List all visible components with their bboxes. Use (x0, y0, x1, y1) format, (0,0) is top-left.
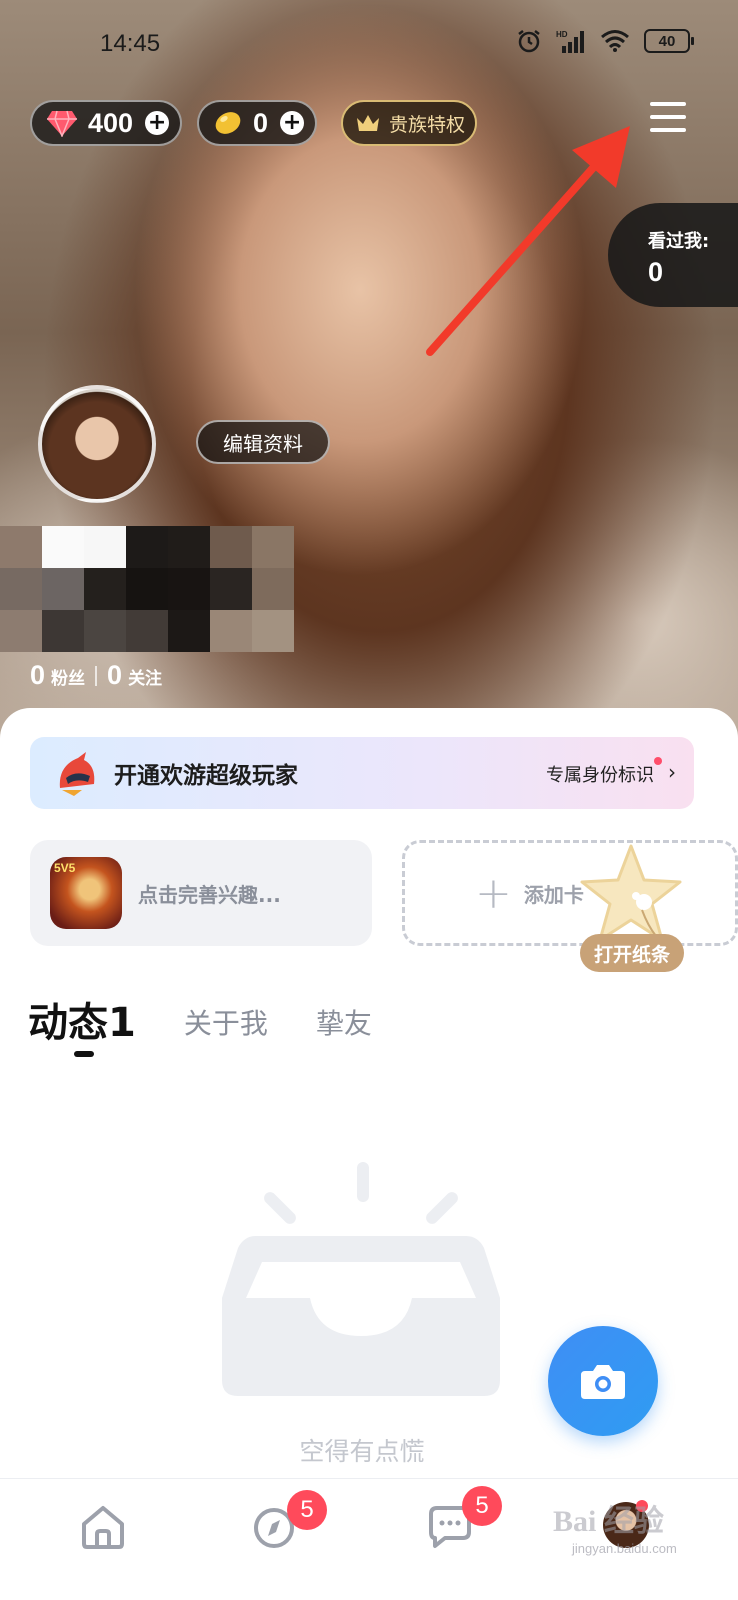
username-mosaic (0, 526, 294, 652)
following-label[interactable]: 关注 (128, 664, 162, 689)
open-note-label: 打开纸条 (593, 943, 670, 966)
tab-posts[interactable]: 动态1 (28, 990, 136, 1048)
interest-card[interactable]: 5V5 点击完善兴趣... (30, 840, 372, 946)
watermark-url: jingyan.baidu.com (572, 1541, 677, 1556)
tab-close-friends[interactable]: 挚友 (316, 1002, 372, 1048)
gem-balance-pill[interactable]: 400 + (30, 100, 182, 146)
status-bar: 14:45 HD 40 (0, 0, 738, 80)
visitors-panel[interactable]: 看过我: 0 (608, 203, 738, 307)
plus-icon: + (475, 867, 512, 919)
vip-subtitle: 专属身份标识 (546, 765, 654, 786)
signal-icon: HD (556, 30, 584, 53)
bean-balance-pill[interactable]: 0 + (197, 100, 317, 146)
add-card-label: 添加卡 (523, 882, 584, 907)
battery-indicator: 40 (644, 29, 694, 53)
fans-count[interactable]: 0 (30, 660, 45, 691)
bean-icon (215, 112, 241, 134)
active-tab-indicator (74, 1051, 94, 1057)
vip-banner[interactable]: 开通欢游超级玩家 专属身份标识 › (30, 737, 694, 809)
alarm-icon (518, 30, 540, 53)
wifi-icon (601, 30, 629, 52)
following-count[interactable]: 0 (107, 660, 122, 691)
empty-state-text: 空得有点慌 (299, 1437, 425, 1466)
chevron-right-icon: › (668, 760, 676, 784)
stats-divider (95, 665, 98, 686)
vip-notification-dot (654, 757, 662, 765)
interest-prompt: 点击完善兴趣... (138, 882, 281, 907)
gem-count: 400 (88, 107, 134, 138)
add-gems-icon[interactable]: + (145, 111, 170, 135)
edit-profile-label: 编辑资料 (223, 431, 303, 456)
empty-inbox-illustration (222, 1162, 500, 1396)
open-note-button[interactable]: 打开纸条 (580, 934, 684, 972)
menu-icon[interactable] (650, 102, 686, 134)
status-icons: HD 40 (516, 28, 694, 54)
discover-badge: 5 (287, 1490, 327, 1530)
vip-title: 开通欢游超级玩家 (114, 763, 298, 789)
noble-privilege-button[interactable]: 贵族特权 (341, 100, 477, 146)
bean-count: 0 (253, 107, 269, 138)
noble-label: 贵族特权 (389, 113, 466, 136)
tab-about-me[interactable]: 关于我 (184, 1002, 268, 1048)
avatar[interactable] (38, 385, 156, 503)
status-time: 14:45 (100, 30, 161, 57)
battery-level: 40 (658, 32, 676, 50)
game-icon: 5V5 (50, 857, 122, 929)
crown-icon (357, 115, 379, 131)
visitors-label: 看过我: (648, 231, 710, 252)
svg-text:HD: HD (556, 30, 568, 39)
home-icon[interactable] (78, 1502, 128, 1552)
add-card-button[interactable]: + 添加卡 (402, 840, 738, 946)
add-beans-icon[interactable]: + (280, 111, 305, 135)
edit-profile-button[interactable]: 编辑资料 (196, 420, 330, 464)
follow-stats: 0 粉丝 0 关注 (30, 660, 162, 691)
watermark: Bai 经验 (553, 1505, 664, 1538)
fans-label[interactable]: 粉丝 (51, 664, 85, 689)
camera-icon (581, 1365, 625, 1399)
game-tag: 5V5 (54, 861, 76, 875)
camera-fab[interactable] (548, 1326, 658, 1436)
profile-tabs: 动态1 关于我 挚友 (28, 990, 372, 1048)
diamond-icon (47, 110, 77, 137)
vip-mascot-icon (59, 752, 95, 796)
messages-badge: 5 (462, 1486, 502, 1526)
visitors-count: 0 (648, 257, 664, 287)
